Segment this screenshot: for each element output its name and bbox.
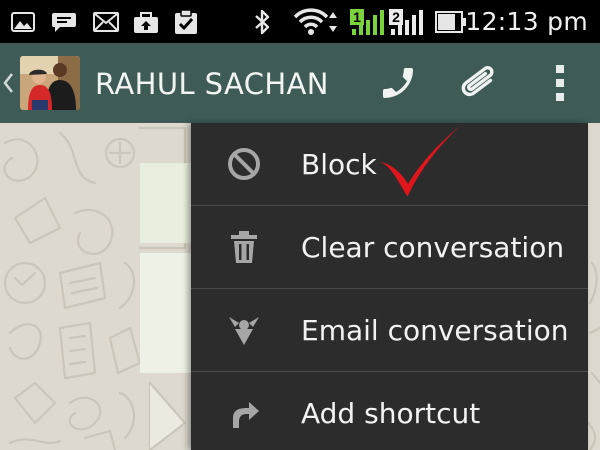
battery-icon — [434, 0, 468, 43]
email-conversation-icon — [219, 289, 269, 371]
bluetooth-icon — [251, 0, 273, 43]
red-checkmark-icon — [380, 126, 460, 196]
block-icon — [219, 123, 269, 205]
menu-item-label: Email conversation — [301, 314, 569, 347]
menu-item-label: Clear conversation — [301, 231, 565, 264]
trash-icon — [219, 206, 269, 288]
status-bar: 1 2 12:13 pm — [0, 0, 600, 43]
sim1-label: 1 — [353, 9, 361, 25]
menu-item-label: Block — [301, 148, 377, 181]
wifi-icon — [292, 0, 340, 43]
phone-icon[interactable] — [372, 43, 424, 123]
menu-item-add-shortcut[interactable]: Add shortcut — [191, 372, 588, 450]
image-icon — [10, 0, 36, 43]
avatar[interactable] — [20, 56, 80, 110]
attach-icon[interactable] — [450, 43, 510, 123]
briefcase-upload-icon — [132, 0, 160, 43]
status-time: 12:13 pm — [465, 7, 588, 36]
contact-name[interactable]: RAHUL SACHAN — [95, 43, 329, 123]
mail-icon — [92, 0, 120, 43]
sim2-label: 2 — [392, 9, 400, 25]
overflow-menu-icon[interactable] — [545, 43, 575, 123]
menu-item-clear-conversation[interactable]: Clear conversation — [191, 206, 588, 288]
chat-bubble-icon — [50, 0, 78, 43]
signal-sim2-icon: 2 — [389, 0, 425, 43]
back-chevron-icon[interactable] — [0, 43, 16, 123]
menu-item-label: Add shortcut — [301, 397, 481, 430]
menu-item-email-conversation[interactable]: Email conversation — [191, 289, 588, 371]
shortcut-arrow-icon — [219, 372, 269, 450]
action-bar: RAHUL SACHAN — [0, 43, 600, 123]
screen: 1 2 12:13 pm RAHUL SACHAN Block Clear co… — [0, 0, 600, 450]
signal-sim1-icon: 1 — [350, 0, 386, 43]
clipboard-check-icon — [172, 0, 200, 43]
